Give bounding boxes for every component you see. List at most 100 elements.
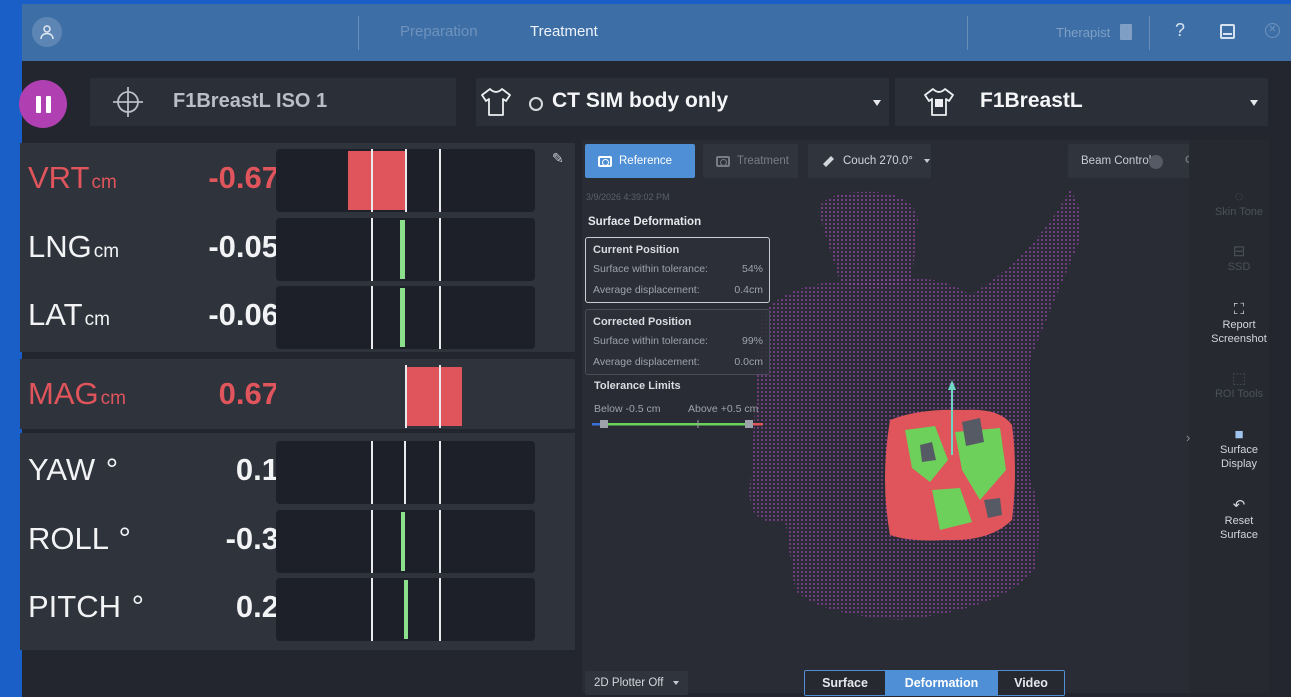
view-mode-surface[interactable]: Surface: [805, 671, 885, 695]
metric-label: VRT cm: [28, 160, 117, 195]
chevron-down-icon: [673, 681, 680, 685]
plan-dropdown[interactable]: F1BreastL: [895, 78, 1268, 126]
metric-row-mag: MAG cm 0.67: [20, 363, 575, 428]
reference-button-label: Reference: [619, 155, 673, 167]
capture-timestamp: 3/9/2026 4:39:02 PM: [586, 192, 670, 202]
treatment-button[interactable]: Treatment: [703, 144, 798, 178]
reset-surface-button[interactable]: ↶ Reset Surface: [1209, 498, 1269, 542]
metric-value: 0.67: [218, 376, 279, 411]
translation-panel: VRT cm -0.67 LNG cm -0.05 LAT cm -0.06: [20, 143, 575, 352]
tools-panel: [1189, 140, 1269, 693]
collapse-arrow-icon[interactable]: ›: [1186, 430, 1190, 445]
tolerance-tick: [439, 578, 441, 641]
stat-row: Average displacement: 0.4cm: [593, 284, 763, 296]
deviation-bar: [276, 510, 535, 573]
surface-deformation-title: Surface Deformation: [588, 216, 702, 228]
view-mode-selector[interactable]: Surface Deformation Video: [804, 670, 1065, 696]
tolerance-limits-title: Tolerance Limits: [594, 380, 681, 392]
magnitude-indicator: [405, 367, 462, 426]
current-position-panel: Current Position Surface within toleranc…: [585, 237, 770, 303]
tolerance-tick: [439, 149, 441, 212]
deviation-bar: [276, 441, 535, 504]
tolerance-tick: [371, 149, 373, 212]
metric-row-pitch: PITCH ° 0.2: [20, 576, 575, 641]
metric-label: ROLL °: [28, 521, 131, 556]
couch-angle-label: Couch 270.0°: [843, 155, 913, 167]
edit-pencil-icon[interactable]: ✎: [552, 150, 564, 167]
skin-tone-button[interactable]: ◌ Skin Tone: [1209, 188, 1269, 219]
chevron-down-icon: [873, 100, 881, 106]
body-outline-icon: [481, 88, 511, 116]
skin-tone-icon: ◌: [1234, 188, 1244, 205]
metric-label: LNG cm: [28, 229, 120, 264]
treatment-button-label: Treatment: [737, 155, 789, 167]
ruler-icon: ⊟: [1232, 243, 1246, 260]
2d-plotter-dropdown[interactable]: 2D Plotter Off: [585, 671, 688, 695]
roi-tools-button[interactable]: ⬚ ROI Tools: [1209, 370, 1269, 401]
tolerance-tick: [371, 578, 373, 641]
tolerance-slider[interactable]: [592, 420, 763, 428]
metric-value: -0.06: [208, 297, 279, 332]
metric-label: YAW °: [28, 452, 119, 487]
corrected-position-panel: Corrected Position Surface within tolera…: [585, 309, 770, 375]
user-role-badge-icon: [1120, 24, 1132, 40]
isocenter-label: F1BreastL ISO 1: [173, 90, 328, 112]
metric-value: 0.1: [235, 452, 279, 487]
deviation-indicator: [400, 220, 405, 279]
minimize-icon[interactable]: [1220, 24, 1235, 39]
isocenter-selector[interactable]: F1BreastL ISO 1: [90, 78, 456, 126]
magnitude-panel: MAG cm 0.67: [20, 359, 575, 429]
cube-icon: ■: [1234, 426, 1244, 443]
metric-label: PITCH °: [28, 589, 145, 624]
tab-treatment[interactable]: Treatment: [530, 23, 598, 40]
view-mode-deformation[interactable]: Deformation: [885, 671, 998, 695]
body-target-icon: [924, 88, 954, 116]
metric-row-yaw: YAW ° 0.1: [20, 439, 575, 504]
surface-radio[interactable]: [529, 97, 543, 111]
separator: [1149, 16, 1150, 50]
tolerance-tick: [371, 218, 373, 281]
separator: [358, 16, 359, 50]
tolerance-tick: [439, 365, 441, 428]
pause-button[interactable]: [19, 80, 67, 128]
view-mode-video[interactable]: Video: [998, 671, 1064, 695]
reference-surface-label: CT SIM body only: [552, 89, 729, 112]
metric-label: LAT cm: [28, 297, 110, 332]
beam-control-label: Beam Control: [1081, 155, 1152, 167]
tolerance-below-label: Below -0.5 cm: [594, 403, 661, 415]
user-avatar-icon[interactable]: [32, 17, 62, 47]
couch-angle-dropdown[interactable]: Couch 270.0°: [808, 144, 931, 178]
metric-value: -0.05: [208, 229, 279, 264]
user-role-label[interactable]: Therapist: [1056, 25, 1110, 40]
crosshair-icon: [113, 87, 143, 117]
close-icon[interactable]: ✕: [1265, 23, 1280, 38]
reference-button[interactable]: Reference: [585, 144, 695, 178]
tolerance-tick: [439, 510, 441, 573]
tab-preparation[interactable]: Preparation: [400, 23, 478, 40]
deviation-indicator: [400, 288, 405, 347]
couch-icon: [823, 155, 834, 167]
metric-value: -0.3: [225, 521, 279, 556]
deviation-bar: [276, 149, 535, 212]
plan-label: F1BreastL: [980, 89, 1083, 112]
slider-handle-low: [600, 420, 608, 428]
tolerance-tick: [439, 441, 441, 504]
screenshot-icon: ⛶: [1233, 301, 1245, 318]
roi-icon: ⬚: [1231, 370, 1247, 387]
surface-display-button[interactable]: ■ Surface Display: [1209, 426, 1269, 471]
magnitude-bar: [276, 365, 535, 428]
deviation-indicator: [401, 512, 405, 571]
reference-surface-dropdown[interactable]: CT SIM body only: [476, 78, 889, 126]
report-screenshot-button[interactable]: ⛶ Report Screenshot: [1209, 301, 1269, 346]
zero-tick: [405, 149, 407, 212]
panel-title: Corrected Position: [593, 316, 692, 328]
metric-row-lng: LNG cm -0.05: [20, 216, 575, 281]
ssd-button[interactable]: ⊟ SSD: [1209, 243, 1269, 274]
camera-icon: [716, 155, 730, 167]
deviation-indicator: [348, 151, 406, 210]
metric-label: MAG cm: [28, 376, 126, 411]
deviation-bar: [276, 286, 535, 349]
help-icon[interactable]: ?: [1175, 20, 1185, 41]
tolerance-tick: [439, 218, 441, 281]
separator: [967, 16, 968, 50]
